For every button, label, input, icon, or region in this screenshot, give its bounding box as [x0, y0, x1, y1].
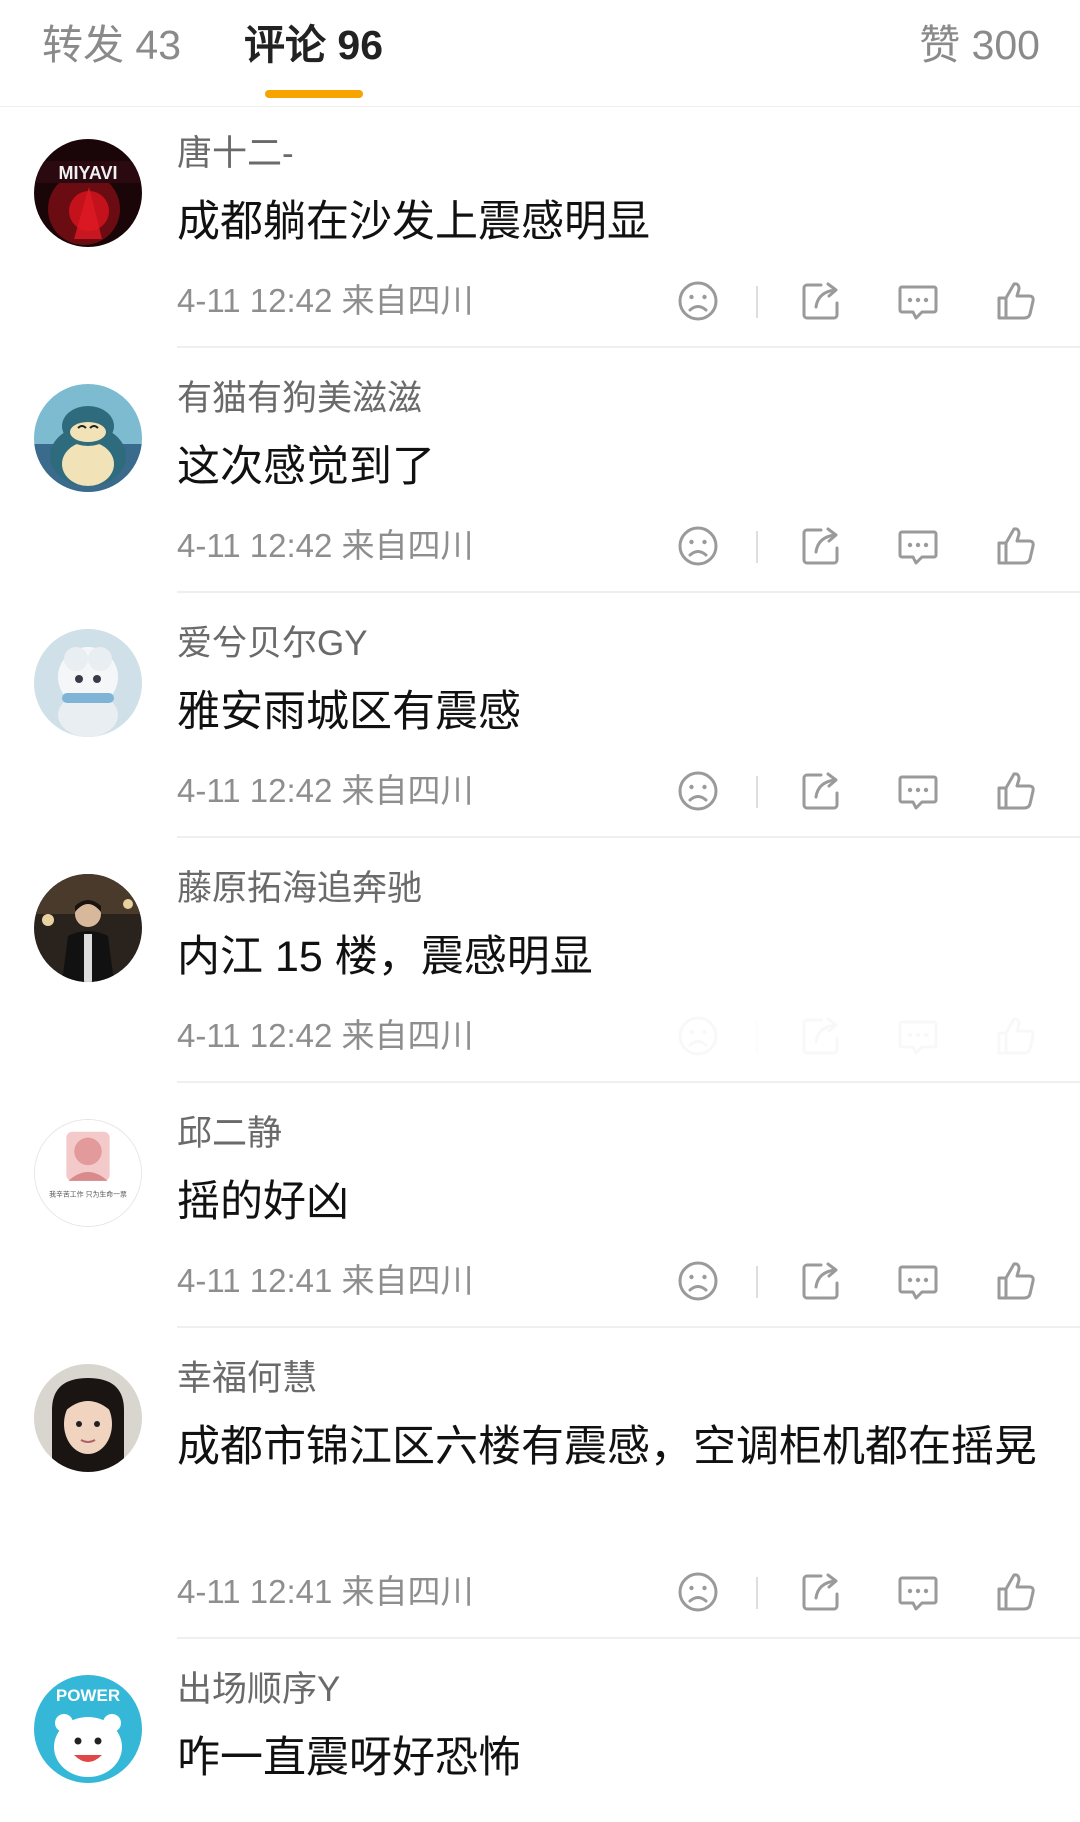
avatar[interactable]: POWER [34, 1675, 142, 1783]
comment-bubble-icon[interactable] [896, 769, 940, 813]
divider [177, 836, 1080, 838]
active-tab-indicator [265, 90, 363, 98]
sad-face-icon[interactable] [676, 1259, 720, 1303]
avatar[interactable]: 我辛苦工作 只为生命一票 [34, 1119, 142, 1227]
comment-item: 我辛苦工作 只为生命一票 邱二静 摇的好凶 4-11 12:41 来自四川 [0, 1088, 1080, 1328]
comment-bubble-icon[interactable] [896, 279, 940, 323]
avatar[interactable]: MIYAVI [34, 139, 142, 247]
comment-username[interactable]: 幸福何慧 [177, 1357, 317, 1401]
comment-meta: 4-11 12:42 来自四川 [177, 772, 474, 809]
comment-meta: 4-11 12:42 来自四川 [177, 282, 474, 319]
tab-comments[interactable]: 评论 96 [244, 20, 383, 70]
comment-username[interactable]: 藤原拓海追奔驰 [177, 867, 422, 911]
thumbs-up-icon[interactable] [994, 524, 1038, 568]
action-separator [756, 1577, 758, 1609]
comment-bubble-icon[interactable] [896, 1014, 940, 1058]
comment-actions [664, 1014, 1044, 1058]
comment-item: 有猫有狗美滋滋 这次感觉到了 4-11 12:42 来自四川 [0, 353, 1080, 593]
comment-text: 成都市锦江区六楼有震感，空调柜机都在摇晃 [177, 1423, 1037, 1471]
divider [177, 1081, 1080, 1083]
avatar[interactable] [34, 1364, 142, 1472]
share-icon[interactable] [799, 1014, 843, 1058]
comment-item: 藤原拓海追奔驰 内江 15 楼，震感明显 4-11 12:42 来自四川 [0, 843, 1080, 1083]
comment-item: MIYAVI 唐十二- 成都躺在沙发上震感明显 4-11 12:42 来自四川 [0, 108, 1080, 348]
comment-text: 成都躺在沙发上震感明显 [177, 198, 650, 246]
comment-actions [664, 1259, 1044, 1303]
avatar[interactable] [34, 874, 142, 982]
comment-username[interactable]: 爱兮贝尔GY [177, 622, 368, 666]
share-icon[interactable] [799, 1259, 843, 1303]
comment-tabs: 转发 43 评论 96 赞 300 [0, 0, 1080, 107]
avatar-text: 我辛苦工作 只为生命一票 [49, 1190, 127, 1199]
comment-actions [664, 524, 1044, 568]
thumbs-up-icon[interactable] [994, 1014, 1038, 1058]
avatar[interactable] [34, 384, 142, 492]
comment-bubble-icon[interactable] [896, 524, 940, 568]
share-icon[interactable] [799, 524, 843, 568]
action-separator [756, 776, 758, 808]
comment-item: 爱兮贝尔GY 雅安雨城区有震感 4-11 12:42 来自四川 [0, 598, 1080, 838]
sad-face-icon[interactable] [676, 769, 720, 813]
comment-meta: 4-11 12:41 来自四川 [177, 1573, 474, 1610]
comment-text: 这次感觉到了 [177, 443, 435, 491]
comment-text: 咋一直震呀好恐怖 [177, 1734, 521, 1782]
thumbs-up-icon[interactable] [994, 769, 1038, 813]
comment-meta: 4-11 12:41 来自四川 [177, 1262, 474, 1299]
avatar-text: POWER [56, 1686, 120, 1705]
comment-text: 内江 15 楼，震感明显 [177, 933, 593, 981]
comment-actions [664, 769, 1044, 813]
action-separator [756, 286, 758, 318]
comment-bubble-icon[interactable] [896, 1570, 940, 1614]
divider [177, 1637, 1080, 1639]
thumbs-up-icon[interactable] [994, 1570, 1038, 1614]
comment-username[interactable]: 邱二静 [177, 1112, 282, 1156]
avatar-text: MIYAVI [58, 163, 117, 183]
thumbs-up-icon[interactable] [994, 1259, 1038, 1303]
avatar[interactable] [34, 629, 142, 737]
comment-text: 雅安雨城区有震感 [177, 688, 521, 736]
comment-item: 幸福何慧 成都市锦江区六楼有震感，空调柜机都在摇晃 4-11 12:41 来自四… [0, 1333, 1080, 1639]
share-icon[interactable] [799, 1570, 843, 1614]
tab-reposts[interactable]: 转发 43 [42, 20, 181, 70]
comment-text: 摇的好凶 [177, 1178, 349, 1226]
comment-bubble-icon[interactable] [896, 1259, 940, 1303]
action-separator [756, 1021, 758, 1053]
share-icon[interactable] [799, 769, 843, 813]
comment-item: POWER 出场顺序Y 咋一直震呀好恐怖 [0, 1644, 1080, 1822]
action-separator [756, 531, 758, 563]
sad-face-icon[interactable] [676, 1570, 720, 1614]
comment-username[interactable]: 唐十二- [177, 132, 294, 176]
sad-face-icon[interactable] [676, 524, 720, 568]
comment-username[interactable]: 出场顺序Y [177, 1668, 340, 1712]
action-separator [756, 1266, 758, 1298]
thumbs-up-icon[interactable] [994, 279, 1038, 323]
divider [177, 1326, 1080, 1328]
comment-username[interactable]: 有猫有狗美滋滋 [177, 377, 422, 421]
divider [177, 591, 1080, 593]
comment-actions [664, 279, 1044, 323]
sad-face-icon[interactable] [676, 279, 720, 323]
comment-actions [664, 1570, 1044, 1614]
share-icon[interactable] [799, 279, 843, 323]
comment-meta: 4-11 12:42 来自四川 [177, 1017, 474, 1054]
sad-face-icon[interactable] [676, 1014, 720, 1058]
divider [177, 346, 1080, 348]
comment-meta: 4-11 12:42 来自四川 [177, 527, 474, 564]
tab-likes[interactable]: 赞 300 [919, 20, 1040, 70]
